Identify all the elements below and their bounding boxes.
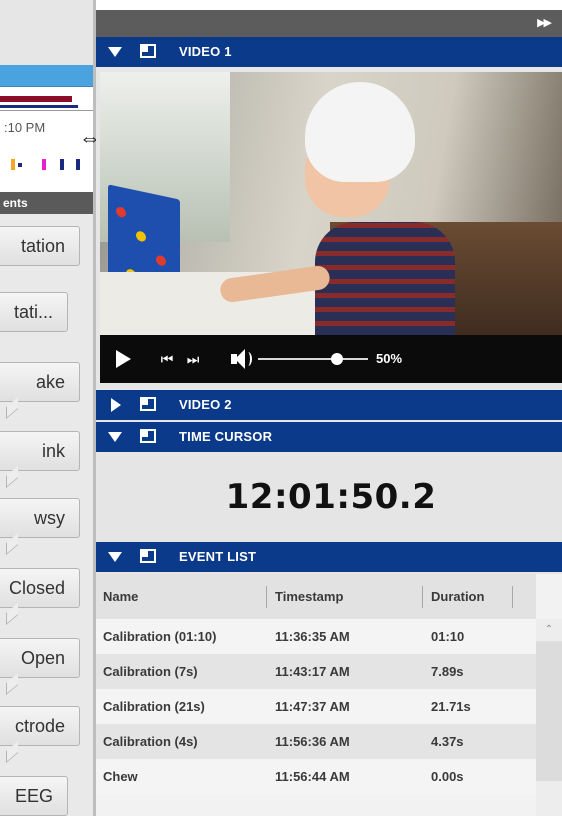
event-list-table: Name Timestamp Duration Calibration (01:… — [96, 574, 562, 816]
video1-frame[interactable] — [100, 72, 562, 335]
time-cursor-header[interactable]: TIME CURSOR — [96, 422, 562, 452]
cell-duration: 7.89s — [431, 664, 464, 679]
cell-name: Calibration (7s) — [103, 664, 198, 679]
timeline-axis — [0, 110, 93, 111]
video-child-shirt — [315, 222, 455, 335]
play-button[interactable] — [110, 335, 136, 383]
cell-timestamp: 11:56:44 AM — [275, 769, 350, 784]
left-panel: :10 PM ents tation tati... ake ink wsy C… — [0, 0, 93, 816]
collapse-panel-icon[interactable]: ▶▶ — [537, 16, 552, 29]
event-button-annotation-2[interactable]: tati... — [0, 292, 68, 332]
timeline-time-label: :10 PM — [4, 120, 46, 135]
video-eeg-cap — [305, 82, 415, 182]
cell-duration: 21.71s — [431, 699, 471, 714]
table-row[interactable]: Calibration (4s) 11:56:36 AM 4.37s — [96, 724, 536, 759]
volume-icon[interactable] — [228, 335, 254, 383]
video2-header[interactable]: VIDEO 2 — [96, 390, 562, 420]
time-cursor-panel: 12:01:50.2 — [100, 453, 562, 542]
scroll-up-icon[interactable]: ⌃ — [536, 619, 562, 641]
expand-arrow-icon[interactable] — [108, 47, 122, 57]
timeline-selection-bar[interactable] — [0, 65, 93, 87]
volume-slider-handle[interactable] — [331, 353, 343, 365]
undock-window-icon[interactable] — [140, 429, 156, 443]
cell-timestamp: 11:56:36 AM — [275, 734, 350, 749]
event-button-awake[interactable]: ake — [0, 362, 80, 402]
event-marker-navy-1[interactable] — [60, 159, 64, 170]
event-list-scrollbar[interactable]: ⌃ — [536, 619, 562, 816]
column-header-timestamp[interactable]: Timestamp — [268, 574, 343, 619]
event-marker-navy-2[interactable] — [76, 159, 80, 170]
left-panel-toolbar — [0, 0, 93, 65]
event-button-annotation[interactable]: tation — [0, 226, 80, 266]
expand-arrow-icon[interactable] — [108, 432, 122, 442]
timeline-navy-marker — [0, 105, 78, 108]
volume-percent: 50% — [376, 351, 403, 366]
right-panel-topbar: ▶▶ — [96, 10, 562, 37]
cell-duration: 01:10 — [431, 629, 465, 644]
previous-frame-button[interactable]: ⏮ — [156, 335, 178, 383]
column-header-duration[interactable]: Duration — [424, 574, 484, 619]
next-frame-button[interactable]: ⏭ — [182, 335, 204, 383]
video2-title: VIDEO 2 — [179, 397, 232, 412]
column-header-name[interactable]: Name — [96, 574, 138, 619]
event-button-drowsy[interactable]: wsy — [0, 498, 80, 538]
undock-window-icon[interactable] — [140, 549, 156, 563]
event-marker-magenta[interactable] — [42, 159, 46, 170]
cell-timestamp: 11:43:17 AM — [275, 664, 350, 679]
time-cursor-value: 12:01:50.2 — [225, 477, 437, 517]
cell-name: Calibration (21s) — [103, 699, 205, 714]
cell-duration: 0.00s — [431, 769, 464, 784]
column-divider[interactable] — [512, 586, 513, 608]
video1-title: VIDEO 1 — [179, 44, 232, 59]
volume-slider[interactable] — [258, 358, 368, 360]
event-button-electrode[interactable]: ctrode — [0, 706, 80, 746]
cell-name: Calibration (01:10) — [103, 629, 217, 644]
cell-name: Chew — [103, 769, 138, 784]
event-list-header[interactable]: EVENT LIST — [96, 542, 562, 572]
right-panel: ▶▶ VIDEO 1 ⏮ ⏭ 50% VIDEO 2 TIME CURSOR 1… — [96, 10, 562, 816]
video1-header[interactable]: VIDEO 1 — [96, 37, 562, 67]
undock-window-icon[interactable] — [140, 44, 156, 58]
video-player-controls: ⏮ ⏭ 50% — [100, 335, 562, 383]
event-marker-navy-dot[interactable] — [18, 163, 22, 167]
expand-arrow-icon[interactable] — [108, 552, 122, 562]
event-button-eyes-closed[interactable]: Closed — [0, 568, 80, 608]
table-row[interactable]: Calibration (7s) 11:43:17 AM 7.89s — [96, 654, 536, 689]
cell-timestamp: 11:47:37 AM — [275, 699, 350, 714]
event-list-title: EVENT LIST — [179, 549, 257, 564]
cell-duration: 4.37s — [431, 734, 464, 749]
events-header: ents — [0, 192, 93, 214]
collapsed-arrow-icon[interactable] — [111, 398, 121, 412]
column-divider[interactable] — [266, 586, 267, 608]
cell-timestamp: 11:36:35 AM — [275, 629, 350, 644]
timeline-red-marker — [0, 96, 72, 102]
table-row[interactable]: Calibration (01:10) 11:36:35 AM 01:10 — [96, 619, 536, 654]
column-divider[interactable] — [422, 586, 423, 608]
event-button-blink[interactable]: ink — [0, 431, 80, 471]
undock-window-icon[interactable] — [140, 397, 156, 411]
event-button-eyes-open[interactable]: Open — [0, 638, 80, 678]
table-header: Name Timestamp Duration — [96, 574, 536, 619]
cell-name: Calibration (4s) — [103, 734, 198, 749]
event-button-eeg[interactable]: EEG — [0, 776, 68, 816]
event-marker-orange[interactable] — [11, 159, 15, 170]
time-cursor-title: TIME CURSOR — [179, 429, 273, 444]
scrollbar-thumb[interactable] — [536, 641, 562, 781]
table-row[interactable]: Chew 11:56:44 AM 0.00s — [96, 759, 536, 794]
table-row[interactable]: Calibration (21s) 11:47:37 AM 21.71s — [96, 689, 536, 724]
